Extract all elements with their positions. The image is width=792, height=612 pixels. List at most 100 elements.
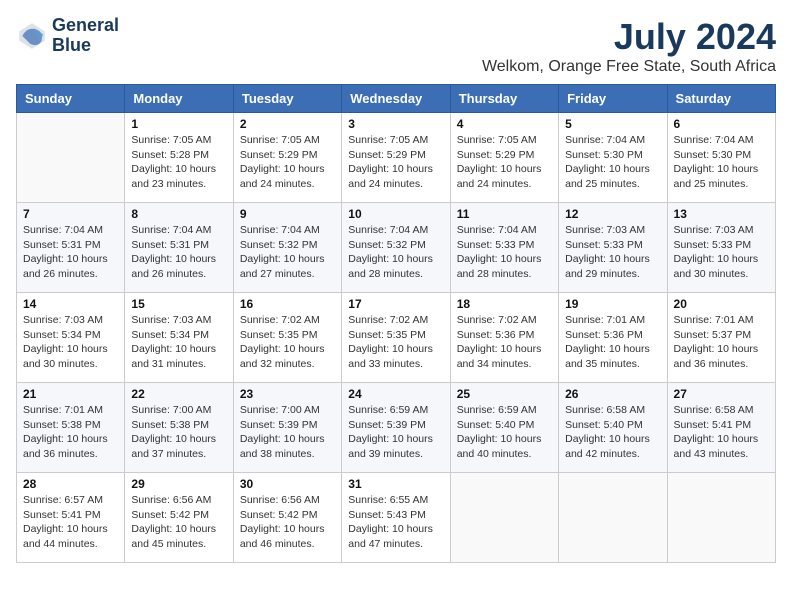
day-number: 11: [457, 207, 552, 221]
day-info: Sunrise: 7:01 AMSunset: 5:37 PMDaylight:…: [674, 313, 769, 372]
day-cell: 24 Sunrise: 6:59 AMSunset: 5:39 PMDaylig…: [342, 383, 450, 473]
day-number: 9: [240, 207, 335, 221]
week-row-5: 28 Sunrise: 6:57 AMSunset: 5:41 PMDaylig…: [17, 473, 776, 563]
day-cell: 5 Sunrise: 7:04 AMSunset: 5:30 PMDayligh…: [559, 113, 667, 203]
day-info: Sunrise: 7:05 AMSunset: 5:29 PMDaylight:…: [348, 133, 443, 192]
day-info: Sunrise: 7:01 AMSunset: 5:36 PMDaylight:…: [565, 313, 660, 372]
day-number: 13: [674, 207, 769, 221]
day-cell: [17, 113, 125, 203]
day-cell: 19 Sunrise: 7:01 AMSunset: 5:36 PMDaylig…: [559, 293, 667, 383]
day-cell: 30 Sunrise: 6:56 AMSunset: 5:42 PMDaylig…: [233, 473, 341, 563]
day-info: Sunrise: 7:03 AMSunset: 5:34 PMDaylight:…: [23, 313, 118, 372]
day-cell: 18 Sunrise: 7:02 AMSunset: 5:36 PMDaylig…: [450, 293, 558, 383]
header-sunday: Sunday: [17, 85, 125, 113]
header-saturday: Saturday: [667, 85, 775, 113]
logo-line1: General: [52, 16, 119, 36]
logo-line2: Blue: [52, 36, 119, 56]
logo-text: General Blue: [52, 16, 119, 56]
day-info: Sunrise: 7:03 AMSunset: 5:33 PMDaylight:…: [674, 223, 769, 282]
day-cell: 3 Sunrise: 7:05 AMSunset: 5:29 PMDayligh…: [342, 113, 450, 203]
day-number: 14: [23, 297, 118, 311]
day-cell: 6 Sunrise: 7:04 AMSunset: 5:30 PMDayligh…: [667, 113, 775, 203]
day-number: 7: [23, 207, 118, 221]
day-info: Sunrise: 6:56 AMSunset: 5:42 PMDaylight:…: [131, 493, 226, 552]
day-cell: 11 Sunrise: 7:04 AMSunset: 5:33 PMDaylig…: [450, 203, 558, 293]
day-cell: 2 Sunrise: 7:05 AMSunset: 5:29 PMDayligh…: [233, 113, 341, 203]
day-number: 30: [240, 477, 335, 491]
day-cell: 27 Sunrise: 6:58 AMSunset: 5:41 PMDaylig…: [667, 383, 775, 473]
day-info: Sunrise: 7:04 AMSunset: 5:31 PMDaylight:…: [23, 223, 118, 282]
day-info: Sunrise: 6:59 AMSunset: 5:40 PMDaylight:…: [457, 403, 552, 462]
calendar-table: Sunday Monday Tuesday Wednesday Thursday…: [16, 84, 776, 563]
day-cell: 25 Sunrise: 6:59 AMSunset: 5:40 PMDaylig…: [450, 383, 558, 473]
day-number: 20: [674, 297, 769, 311]
day-info: Sunrise: 7:02 AMSunset: 5:35 PMDaylight:…: [348, 313, 443, 372]
day-number: 23: [240, 387, 335, 401]
day-cell: 9 Sunrise: 7:04 AMSunset: 5:32 PMDayligh…: [233, 203, 341, 293]
day-number: 19: [565, 297, 660, 311]
day-number: 10: [348, 207, 443, 221]
day-info: Sunrise: 7:05 AMSunset: 5:29 PMDaylight:…: [457, 133, 552, 192]
day-number: 31: [348, 477, 443, 491]
day-info: Sunrise: 7:05 AMSunset: 5:29 PMDaylight:…: [240, 133, 335, 192]
day-number: 16: [240, 297, 335, 311]
day-number: 28: [23, 477, 118, 491]
day-info: Sunrise: 7:04 AMSunset: 5:33 PMDaylight:…: [457, 223, 552, 282]
day-info: Sunrise: 7:04 AMSunset: 5:32 PMDaylight:…: [348, 223, 443, 282]
day-number: 15: [131, 297, 226, 311]
day-info: Sunrise: 6:57 AMSunset: 5:41 PMDaylight:…: [23, 493, 118, 552]
page-header: General Blue July 2024 Welkom, Orange Fr…: [16, 16, 776, 76]
day-cell: [667, 473, 775, 563]
day-number: 1: [131, 117, 226, 131]
day-info: Sunrise: 7:05 AMSunset: 5:28 PMDaylight:…: [131, 133, 226, 192]
day-cell: 10 Sunrise: 7:04 AMSunset: 5:32 PMDaylig…: [342, 203, 450, 293]
day-cell: 20 Sunrise: 7:01 AMSunset: 5:37 PMDaylig…: [667, 293, 775, 383]
day-cell: 15 Sunrise: 7:03 AMSunset: 5:34 PMDaylig…: [125, 293, 233, 383]
day-cell: 17 Sunrise: 7:02 AMSunset: 5:35 PMDaylig…: [342, 293, 450, 383]
day-info: Sunrise: 7:04 AMSunset: 5:31 PMDaylight:…: [131, 223, 226, 282]
day-info: Sunrise: 7:04 AMSunset: 5:30 PMDaylight:…: [565, 133, 660, 192]
week-row-2: 7 Sunrise: 7:04 AMSunset: 5:31 PMDayligh…: [17, 203, 776, 293]
day-info: Sunrise: 7:02 AMSunset: 5:35 PMDaylight:…: [240, 313, 335, 372]
day-number: 22: [131, 387, 226, 401]
day-info: Sunrise: 7:02 AMSunset: 5:36 PMDaylight:…: [457, 313, 552, 372]
day-cell: 4 Sunrise: 7:05 AMSunset: 5:29 PMDayligh…: [450, 113, 558, 203]
logo-icon: [16, 20, 48, 52]
header-wednesday: Wednesday: [342, 85, 450, 113]
day-info: Sunrise: 7:00 AMSunset: 5:38 PMDaylight:…: [131, 403, 226, 462]
day-info: Sunrise: 6:55 AMSunset: 5:43 PMDaylight:…: [348, 493, 443, 552]
header-thursday: Thursday: [450, 85, 558, 113]
title-block: July 2024 Welkom, Orange Free State, Sou…: [482, 16, 776, 76]
location-title: Welkom, Orange Free State, South Africa: [482, 58, 776, 76]
day-cell: 7 Sunrise: 7:04 AMSunset: 5:31 PMDayligh…: [17, 203, 125, 293]
day-number: 26: [565, 387, 660, 401]
day-number: 25: [457, 387, 552, 401]
day-cell: 14 Sunrise: 7:03 AMSunset: 5:34 PMDaylig…: [17, 293, 125, 383]
day-cell: 22 Sunrise: 7:00 AMSunset: 5:38 PMDaylig…: [125, 383, 233, 473]
day-cell: 26 Sunrise: 6:58 AMSunset: 5:40 PMDaylig…: [559, 383, 667, 473]
header-friday: Friday: [559, 85, 667, 113]
day-info: Sunrise: 7:03 AMSunset: 5:34 PMDaylight:…: [131, 313, 226, 372]
day-cell: 23 Sunrise: 7:00 AMSunset: 5:39 PMDaylig…: [233, 383, 341, 473]
day-cell: [450, 473, 558, 563]
day-number: 4: [457, 117, 552, 131]
day-cell: 12 Sunrise: 7:03 AMSunset: 5:33 PMDaylig…: [559, 203, 667, 293]
day-cell: 31 Sunrise: 6:55 AMSunset: 5:43 PMDaylig…: [342, 473, 450, 563]
day-info: Sunrise: 6:59 AMSunset: 5:39 PMDaylight:…: [348, 403, 443, 462]
day-number: 17: [348, 297, 443, 311]
week-row-1: 1 Sunrise: 7:05 AMSunset: 5:28 PMDayligh…: [17, 113, 776, 203]
day-cell: 29 Sunrise: 6:56 AMSunset: 5:42 PMDaylig…: [125, 473, 233, 563]
day-number: 18: [457, 297, 552, 311]
day-info: Sunrise: 7:03 AMSunset: 5:33 PMDaylight:…: [565, 223, 660, 282]
day-number: 21: [23, 387, 118, 401]
day-cell: 21 Sunrise: 7:01 AMSunset: 5:38 PMDaylig…: [17, 383, 125, 473]
day-info: Sunrise: 7:01 AMSunset: 5:38 PMDaylight:…: [23, 403, 118, 462]
day-number: 2: [240, 117, 335, 131]
day-number: 27: [674, 387, 769, 401]
logo: General Blue: [16, 16, 119, 56]
day-number: 6: [674, 117, 769, 131]
week-row-3: 14 Sunrise: 7:03 AMSunset: 5:34 PMDaylig…: [17, 293, 776, 383]
day-number: 5: [565, 117, 660, 131]
day-cell: 28 Sunrise: 6:57 AMSunset: 5:41 PMDaylig…: [17, 473, 125, 563]
day-cell: 1 Sunrise: 7:05 AMSunset: 5:28 PMDayligh…: [125, 113, 233, 203]
